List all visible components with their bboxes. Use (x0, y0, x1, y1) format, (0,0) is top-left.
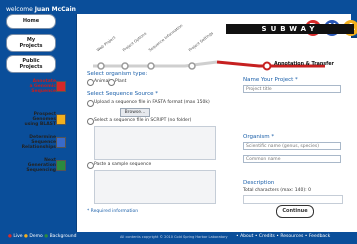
sidebar-item-label: Determine Sequence Relationships (21, 135, 56, 150)
sequencing-swatch (56, 160, 66, 171)
sidebar: Home My Projects Public Projects Annotate a… (0, 14, 76, 232)
scientific-name-input[interactable]: Scientific name (genus, species) (243, 142, 341, 150)
paste-radio[interactable] (87, 162, 94, 169)
prospect-swatch (56, 114, 66, 125)
continue-button[interactable]: Continue (276, 205, 314, 218)
sidebar-item-label: Annotate a Genomic Sequence (29, 79, 56, 94)
description-hint: Total characters (max: 140): 0 (243, 188, 311, 193)
welcome-prefix: welcome (6, 6, 33, 13)
annotate-swatch (56, 81, 66, 92)
organism-label: Organism * (243, 134, 275, 140)
footer-left: ● Live ● Demo ● Background (8, 234, 77, 239)
browse-button[interactable]: Browse... (120, 108, 150, 117)
animal-radio[interactable] (87, 79, 94, 86)
select-file-label: Select a sequence file in SCRIPT (no fol… (94, 118, 192, 123)
select-file-radio[interactable] (87, 118, 94, 125)
project-name-label: Name Your Project * (243, 77, 298, 83)
description-textarea[interactable] (243, 195, 343, 204)
paste-sequence-textarea[interactable] (94, 170, 216, 204)
user-name[interactable]: Juan McCain (35, 6, 76, 13)
public-projects-button[interactable]: Public Projects (6, 55, 56, 73)
welcome-text: welcome Juan McCain (6, 6, 76, 13)
about-link[interactable]: About (240, 234, 253, 239)
subway-wordmark: SUBWAY (226, 24, 354, 34)
plant-radio[interactable] (108, 79, 115, 86)
progress-step-active: Annotation & Transfer (274, 62, 334, 67)
organism-type-label: Select organism type: (87, 71, 148, 77)
upload-radio[interactable] (87, 100, 94, 107)
progress-dot-4[interactable] (188, 62, 196, 70)
progress-dot-3[interactable] (147, 62, 155, 70)
feedback-link[interactable]: Feedback (309, 234, 330, 239)
sequence-file-list[interactable] (94, 126, 216, 160)
upload-option-label: Upload a sequence file in FASTA format (… (94, 100, 210, 105)
sidebar-item-annotate[interactable]: Annotate a Genomic Sequence (2, 79, 72, 94)
sidebar-item-relationships[interactable]: Determine Sequence Relationships (2, 135, 72, 150)
my-projects-button[interactable]: My Projects (6, 34, 56, 52)
project-title-input[interactable]: Project title (243, 85, 341, 93)
sidebar-item-label: Prospect Genomes using BLAST (24, 112, 56, 127)
sequence-source-label: Select Sequence Source * (87, 91, 158, 97)
home-button[interactable]: Home (6, 14, 56, 29)
paste-label: Paste a sample sequence (94, 162, 152, 167)
plant-label: Plant (115, 79, 127, 84)
sidebar-item-prospect[interactable]: Prospect Genomes using BLAST (2, 112, 72, 127)
credits-link[interactable]: Credits (259, 234, 275, 239)
progress-dot-5[interactable] (262, 61, 272, 71)
required-note: * Required information (87, 209, 139, 214)
common-name-input[interactable]: Common name (243, 155, 341, 163)
sidebar-item-label: Next Generation Sequencing (26, 158, 56, 173)
description-label: Description (243, 180, 275, 186)
relationships-swatch (56, 137, 66, 148)
resources-link[interactable]: Resources (280, 234, 303, 239)
footer-links: • About • Credits • Resources • Feedback (236, 234, 331, 239)
footer: ● Live ● Demo ● Background All contents … (0, 232, 357, 244)
copyright: All contents copyright © 2010 Cold Sprin… (120, 235, 228, 239)
sidebar-item-sequencing[interactable]: Next Generation Sequencing (2, 158, 72, 173)
progress-dot-1[interactable] (97, 62, 105, 70)
progress-dot-2[interactable] (121, 62, 129, 70)
